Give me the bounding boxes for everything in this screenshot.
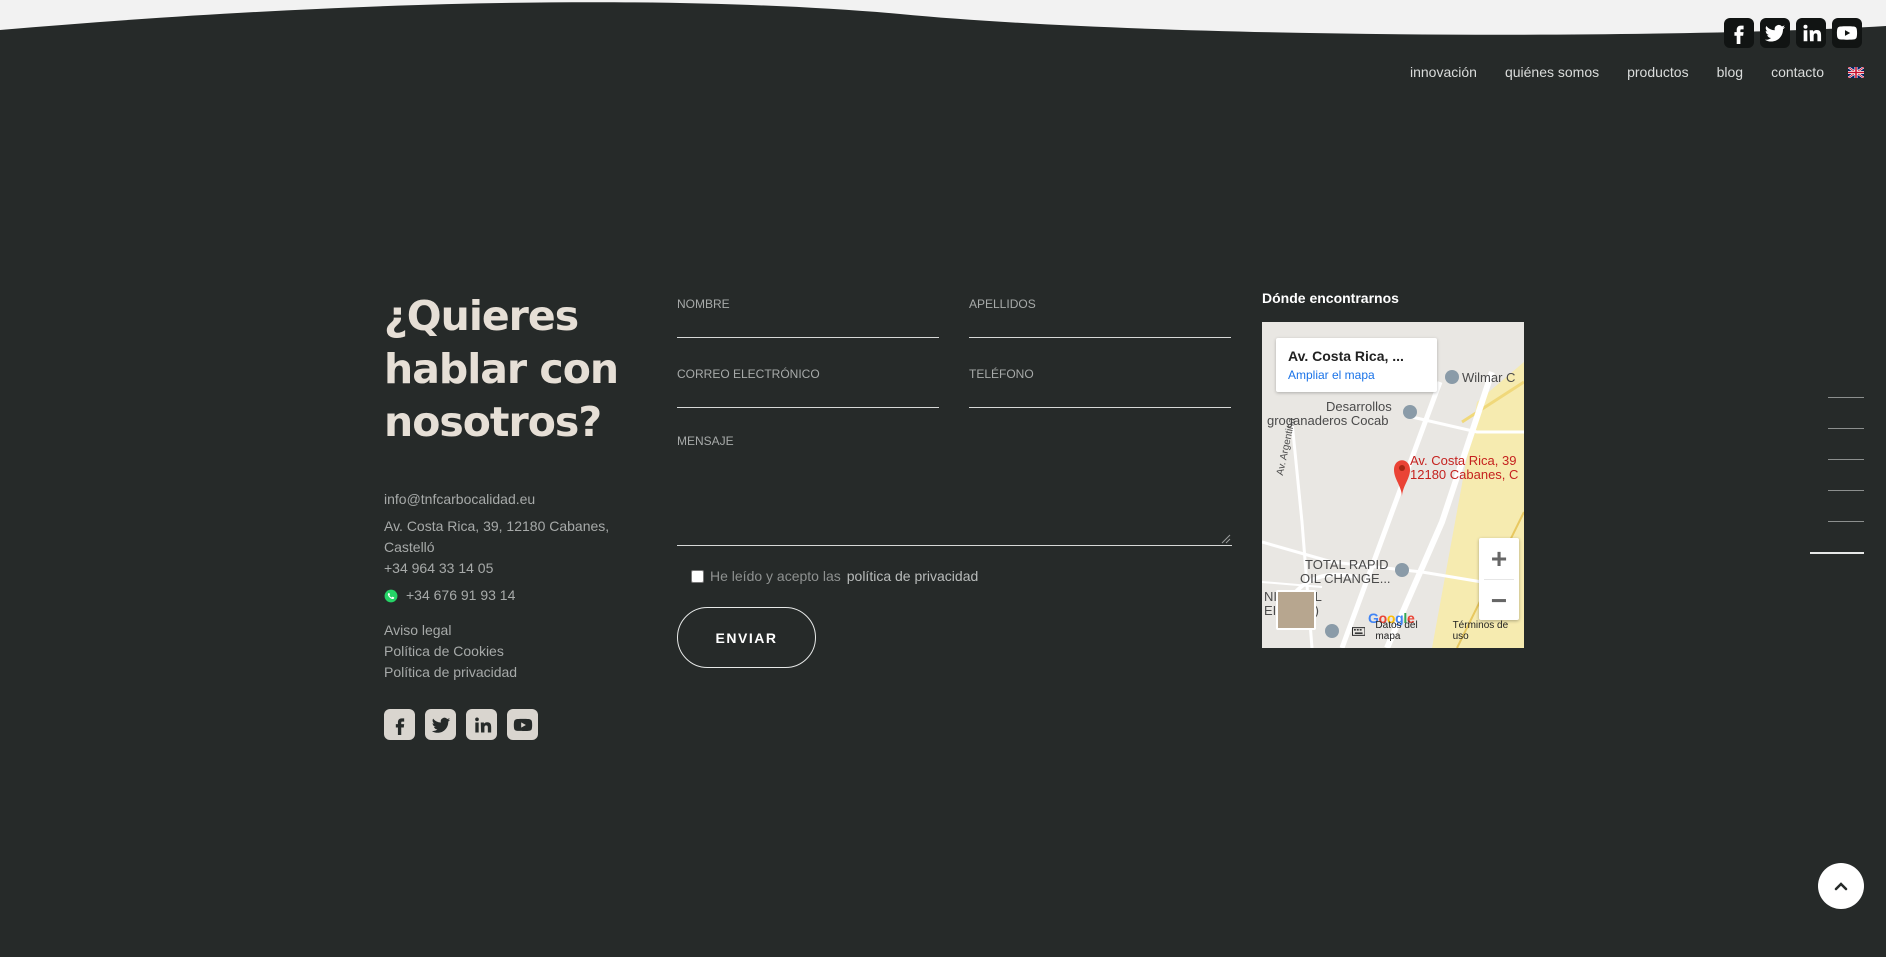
nav-innovacion[interactable]: innovación bbox=[1410, 64, 1477, 80]
map-zoom-controls: + − bbox=[1479, 538, 1519, 620]
map-footer: Datos del mapa Términos de uso bbox=[1352, 620, 1524, 642]
contact-headline: ¿Quieres hablar con nosotros? bbox=[384, 292, 619, 446]
street-view-thumbnail[interactable] bbox=[1276, 590, 1316, 630]
privacy-policy-link[interactable]: política de privacidad bbox=[847, 568, 979, 584]
section-indicator-line[interactable] bbox=[1828, 459, 1864, 460]
email-field-wrapper bbox=[677, 360, 939, 408]
chevron-up-icon bbox=[1834, 882, 1848, 891]
mensaje-field-wrapper bbox=[677, 430, 1232, 546]
enlarge-map-link[interactable]: Ampliar el mapa bbox=[1288, 368, 1425, 382]
header-social-links bbox=[1724, 18, 1862, 48]
zoom-in-button[interactable]: + bbox=[1479, 538, 1519, 579]
section-indicator-line[interactable] bbox=[1828, 490, 1864, 491]
map-card-address: Av. Costa Rica, ... bbox=[1288, 348, 1404, 364]
nav-contacto[interactable]: contacto bbox=[1771, 64, 1824, 80]
legal-link-aviso[interactable]: Aviso legal bbox=[384, 620, 634, 641]
whatsapp-contact[interactable]: +34 676 91 93 14 bbox=[384, 585, 634, 606]
google-map[interactable]: Av. Costa Rica, ... Ampliar el mapa Wilm… bbox=[1262, 322, 1524, 648]
nombre-input[interactable] bbox=[677, 290, 939, 337]
submit-button[interactable]: ENVIAR bbox=[677, 607, 816, 668]
main-navigation: innovación quiénes somos productos blog … bbox=[1382, 64, 1864, 80]
apellidos-input[interactable] bbox=[969, 290, 1231, 337]
map-title: Dónde encontrarnos bbox=[1262, 290, 1399, 306]
map-section: Dónde encontrarnos Av. Costa Rica, ... A… bbox=[1262, 290, 1524, 648]
linkedin-icon[interactable] bbox=[1796, 18, 1826, 48]
section-indicator-line[interactable] bbox=[1828, 397, 1864, 398]
back-to-top-button[interactable] bbox=[1818, 863, 1864, 909]
youtube-icon[interactable] bbox=[1832, 18, 1862, 48]
legal-link-cookies[interactable]: Política de Cookies bbox=[384, 641, 634, 662]
map-terms-link[interactable]: Términos de uso bbox=[1453, 620, 1524, 642]
section-indicator bbox=[1810, 397, 1864, 584]
telefono-input[interactable] bbox=[969, 360, 1231, 407]
map-data-link[interactable]: Datos del mapa bbox=[1375, 620, 1442, 642]
section-indicator-line[interactable] bbox=[1828, 521, 1864, 522]
contact-email[interactable]: info@tnfcarbocalidad.eu bbox=[384, 489, 634, 510]
footer-social-links bbox=[384, 709, 634, 740]
apellidos-field-wrapper bbox=[969, 290, 1231, 338]
mensaje-textarea[interactable] bbox=[677, 430, 1232, 545]
telefono-field-wrapper bbox=[969, 360, 1231, 408]
nav-quienes-somos[interactable]: quiénes somos bbox=[1505, 64, 1599, 80]
zoom-out-button[interactable]: − bbox=[1479, 580, 1519, 621]
map-pin-label: 12180 Cabanes, C bbox=[1410, 467, 1519, 482]
uk-flag-icon[interactable] bbox=[1848, 66, 1864, 78]
top-wave-divider bbox=[0, 0, 1886, 35]
facebook-icon[interactable] bbox=[1724, 18, 1754, 48]
legal-link-privacidad[interactable]: Política de privacidad bbox=[384, 662, 634, 683]
youtube-icon[interactable] bbox=[507, 709, 538, 740]
nombre-field-wrapper bbox=[677, 290, 939, 338]
privacy-consent: He leído y acepto las política de privac… bbox=[691, 568, 1232, 584]
map-place-label: Desarrollos bbox=[1326, 399, 1392, 414]
map-place-label: Wilmar C bbox=[1462, 370, 1516, 385]
map-place-label: OIL CHANGE... bbox=[1300, 571, 1391, 586]
map-info-card: Av. Costa Rica, ... Ampliar el mapa bbox=[1276, 338, 1437, 392]
email-input[interactable] bbox=[677, 360, 939, 407]
resize-grip-icon[interactable] bbox=[1219, 532, 1231, 544]
contact-address: Av. Costa Rica, 39, 12180 Cabanes, Caste… bbox=[384, 518, 610, 555]
nav-blog[interactable]: blog bbox=[1717, 64, 1743, 80]
twitter-icon[interactable] bbox=[1760, 18, 1790, 48]
legal-links: Aviso legal Política de Cookies Política… bbox=[384, 620, 634, 683]
contact-form: He leído y acepto las política de privac… bbox=[677, 290, 1232, 668]
section-indicator-line[interactable] bbox=[1828, 428, 1864, 429]
whatsapp-number: +34 676 91 93 14 bbox=[406, 587, 516, 603]
contact-phone[interactable]: +34 964 33 14 05 bbox=[384, 558, 634, 579]
whatsapp-icon bbox=[384, 589, 398, 602]
privacy-checkbox[interactable] bbox=[691, 569, 704, 583]
nav-productos[interactable]: productos bbox=[1627, 64, 1688, 80]
facebook-icon[interactable] bbox=[384, 709, 415, 740]
section-indicator-line-active[interactable] bbox=[1810, 552, 1864, 554]
twitter-icon[interactable] bbox=[425, 709, 456, 740]
consent-text: He leído y acepto las bbox=[710, 568, 841, 584]
map-place-label: TOTAL RAPID bbox=[1305, 557, 1389, 572]
map-pin-label: Av. Costa Rica, 39 bbox=[1410, 453, 1517, 468]
contact-info: ¿Quieres hablar con nosotros? info@tnfca… bbox=[384, 290, 634, 740]
keyboard-icon[interactable] bbox=[1352, 626, 1366, 636]
linkedin-icon[interactable] bbox=[466, 709, 497, 740]
